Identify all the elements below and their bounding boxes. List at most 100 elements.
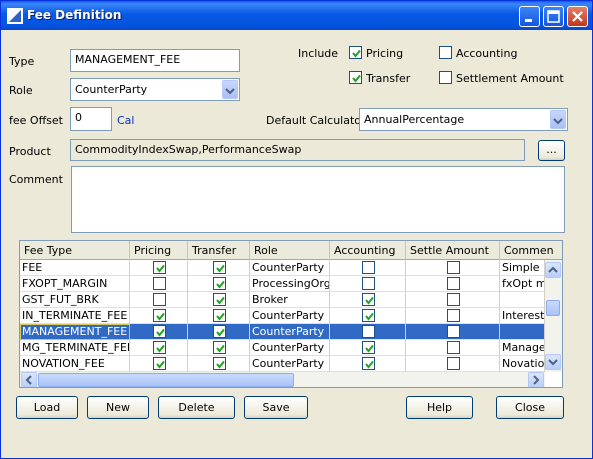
cell-transfer-checkbox[interactable] [213, 309, 226, 322]
cell-pricing-checkbox[interactable] [153, 357, 166, 370]
column-header-comment[interactable]: Commen [500, 241, 562, 260]
checkmark-icon [216, 328, 225, 337]
scroll-down-button[interactable] [545, 354, 561, 370]
product-browse-label: ... [546, 143, 557, 156]
cell-pricing-cell [130, 260, 188, 276]
table-row[interactable]: MANAGEMENT_FEE CounterParty [20, 324, 545, 340]
comment-textarea[interactable] [71, 166, 565, 233]
cell-settle-amount-checkbox[interactable] [447, 261, 460, 274]
cell-comment: Novation [502, 356, 545, 372]
product-field[interactable]: CommodityIndexSwap,PerformanceSwap [70, 139, 525, 161]
cell-settle-amount-checkbox[interactable] [447, 325, 460, 338]
cell-settle-amount-checkbox[interactable] [447, 293, 460, 306]
include-accounting-checkbox[interactable] [439, 46, 452, 59]
cell-pricing-checkbox[interactable] [153, 325, 166, 338]
cell-pricing-checkbox[interactable] [153, 277, 166, 290]
table-row[interactable]: FXOPT_MARGIN ProcessingOrg fxOpt ma [20, 276, 545, 292]
cell-pricing-cell [130, 324, 188, 340]
table-row[interactable]: FEE CounterParty Simple Fe [20, 260, 545, 276]
column-header-accounting[interactable]: Accounting [330, 241, 406, 260]
role-dropdown-button[interactable] [222, 80, 238, 99]
scroll-right-button[interactable] [528, 372, 544, 387]
include-pricing-checkbox[interactable] [349, 46, 362, 59]
table-row[interactable]: IN_TERMINATE_FEE CounterParty Interest T [20, 308, 545, 324]
cell-accounting-checkbox[interactable] [362, 309, 375, 322]
horizontal-scrollbar[interactable] [20, 372, 545, 387]
vertical-scroll-thumb[interactable] [546, 300, 560, 316]
new-button[interactable]: New [87, 396, 149, 419]
cell-role: ProcessingOrg [252, 276, 330, 292]
column-header-transfer[interactable]: Transfer [188, 241, 250, 260]
cell-accounting-checkbox[interactable] [362, 341, 375, 354]
help-button[interactable]: Help [406, 396, 473, 419]
cell-accounting-checkbox[interactable] [362, 277, 375, 290]
scroll-left-button[interactable] [21, 372, 37, 387]
checkmark-icon [156, 312, 165, 321]
maximize-button[interactable] [543, 6, 564, 27]
minimize-button[interactable] [519, 6, 540, 27]
include-label: Include [298, 47, 339, 60]
close-button[interactable]: Close [496, 396, 564, 419]
type-field[interactable]: MANAGEMENT_FEE [70, 49, 240, 72]
cell-transfer-checkbox[interactable] [213, 293, 226, 306]
role-dropdown[interactable]: CounterParty [70, 78, 240, 101]
close-window-button[interactable] [567, 6, 588, 27]
cell-accounting-checkbox[interactable] [362, 325, 375, 338]
cell-role: CounterParty [250, 260, 330, 276]
cell-pricing-checkbox[interactable] [153, 261, 166, 274]
cell-settle-amount-checkbox[interactable] [447, 277, 460, 290]
cell-transfer-checkbox[interactable] [213, 277, 226, 290]
column-header-fee-type[interactable]: Fee Type [20, 241, 130, 260]
cell-pricing-checkbox[interactable] [153, 341, 166, 354]
cell-transfer-checkbox[interactable] [213, 341, 226, 354]
checkmark-icon [156, 360, 165, 369]
load-button[interactable]: Load [16, 396, 78, 419]
cell-settle-amount-cell [406, 260, 500, 276]
close-button-label: Close [515, 401, 545, 414]
type-label: Type [9, 55, 35, 68]
cell-settle-amount-checkbox[interactable] [447, 357, 460, 370]
cell-fee-type: MG_TERMINATE_FEE [22, 340, 130, 356]
cell-settle-amount-checkbox[interactable] [447, 309, 460, 322]
cell-pricing-checkbox[interactable] [153, 293, 166, 306]
product-browse-button[interactable]: ... [538, 140, 565, 161]
cell-settle-amount-cell [406, 276, 500, 292]
chevron-left-icon [25, 375, 32, 385]
fee-offset-field[interactable]: 0 [70, 107, 112, 131]
vertical-scrollbar[interactable] [545, 260, 562, 372]
cell-comment: fxOpt ma [500, 276, 545, 292]
column-header-settle-amount[interactable]: Settle Amount [406, 241, 500, 260]
include-transfer-checkbox[interactable] [349, 71, 362, 84]
cell-accounting-checkbox[interactable] [362, 261, 375, 274]
checkmark-icon [216, 344, 225, 353]
title-bar[interactable]: Fee Definition [1, 1, 592, 30]
cell-role: Broker [250, 292, 330, 308]
cell-transfer-checkbox[interactable] [213, 357, 226, 370]
column-header-role[interactable]: Role [250, 241, 330, 260]
table-row[interactable]: MG_TERMINATE_FEE CounterParty Managem [20, 340, 545, 356]
scroll-up-button[interactable] [545, 262, 561, 278]
cell-pricing-checkbox[interactable] [153, 309, 166, 322]
cell-transfer-cell [188, 308, 250, 324]
cell-settle-amount-checkbox[interactable] [447, 341, 460, 354]
default-calculator-dropdown[interactable]: AnnualPercentage [359, 108, 568, 131]
include-settlement-checkbox[interactable] [439, 71, 452, 84]
cell-fee-type: FXOPT_MARGIN [20, 276, 130, 292]
table-row[interactable]: NOVATION_FEE CounterParty Novation [20, 356, 545, 372]
comment-label: Comment [9, 173, 63, 186]
cell-accounting-checkbox[interactable] [362, 293, 375, 306]
cell-transfer-cell [188, 356, 250, 372]
cell-accounting-checkbox[interactable] [362, 357, 375, 370]
cell-accounting-cell [330, 276, 406, 292]
save-button[interactable]: Save [244, 396, 308, 419]
cell-transfer-cell [188, 276, 250, 292]
delete-button[interactable]: Delete [158, 396, 235, 419]
horizontal-scroll-thumb[interactable] [38, 373, 294, 387]
column-header-pricing[interactable]: Pricing [130, 241, 188, 260]
default-calculator-dropdown-button[interactable] [550, 110, 566, 129]
table-row[interactable]: GST_FUT_BRK Broker [20, 292, 545, 308]
checkmark-icon [216, 264, 225, 273]
cell-transfer-checkbox[interactable] [213, 325, 226, 338]
cell-settle-amount-cell [406, 324, 500, 340]
cell-transfer-checkbox[interactable] [213, 261, 226, 274]
